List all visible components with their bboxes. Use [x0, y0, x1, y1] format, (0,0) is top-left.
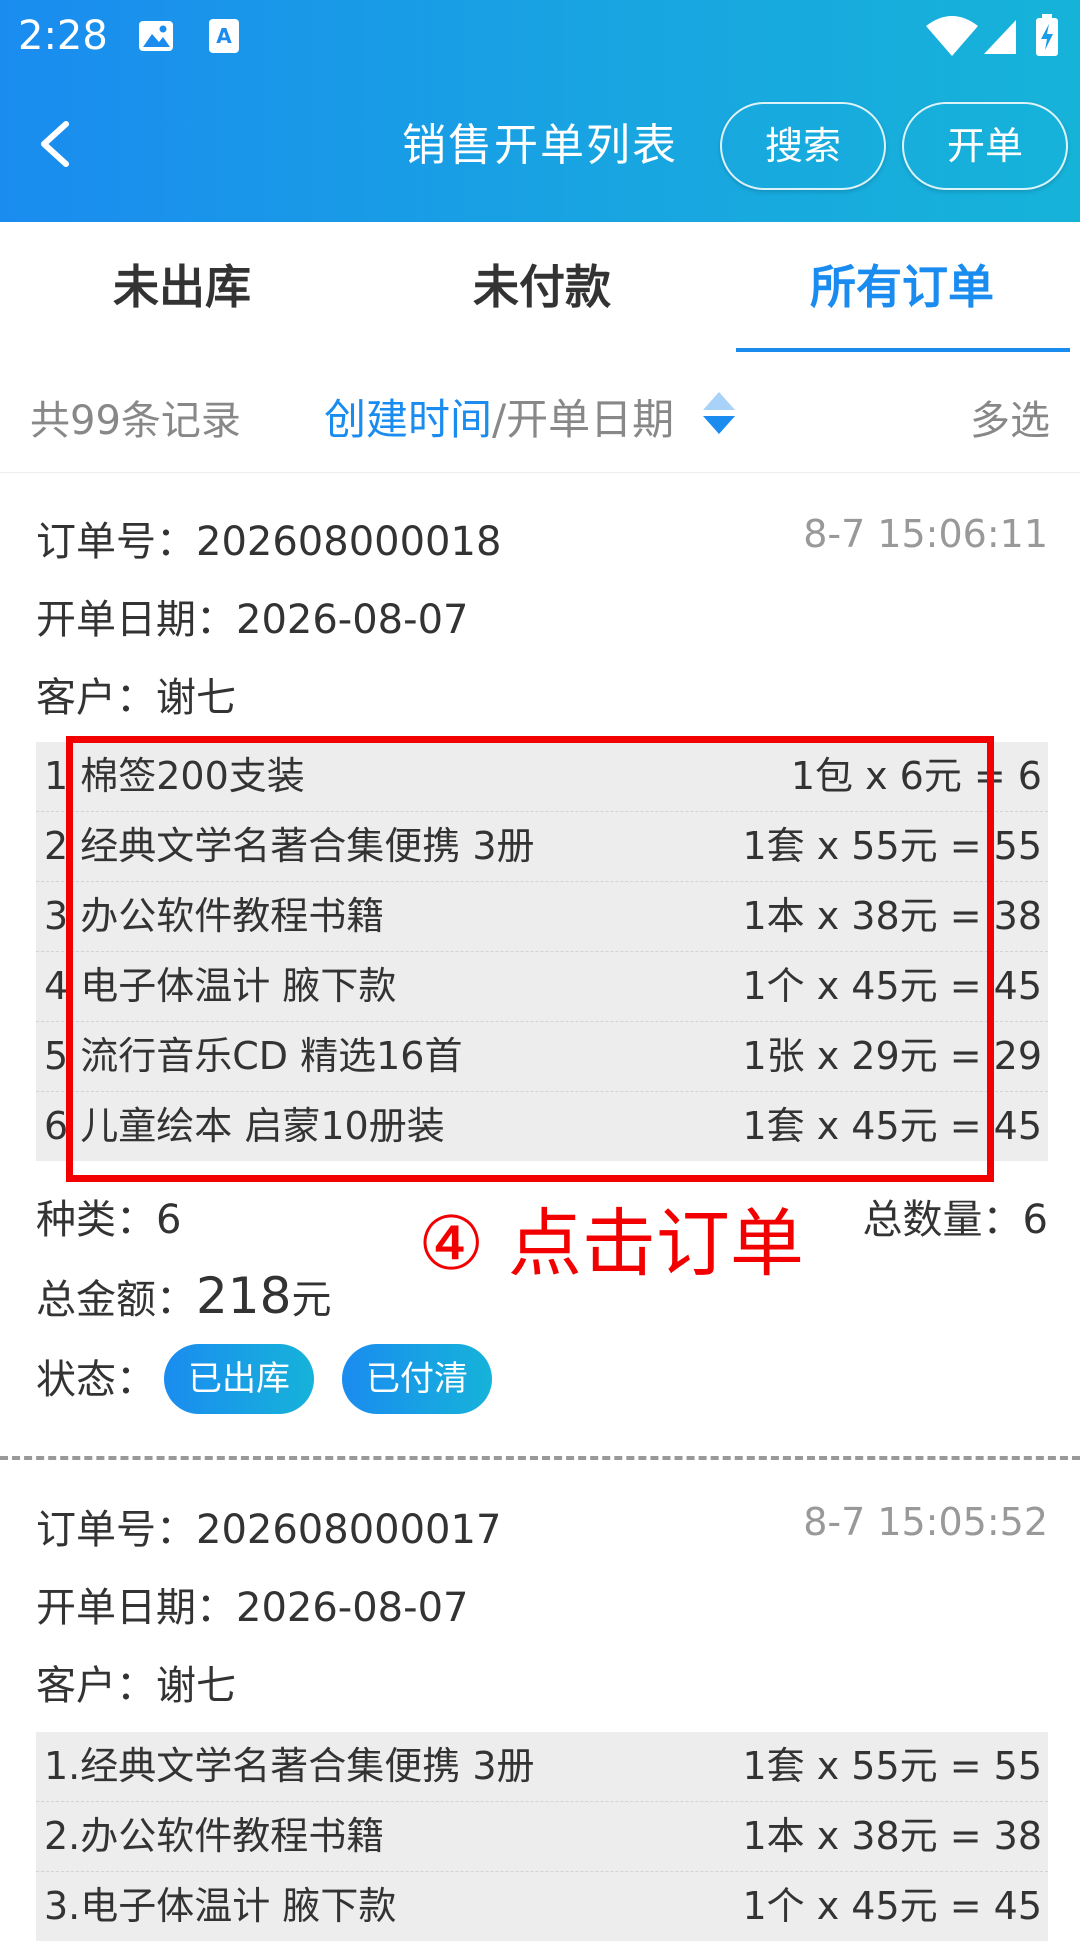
kinds-value: 6 — [156, 1197, 182, 1243]
order-number-label: 订单号： — [36, 519, 196, 565]
order-number: 202608000018 — [196, 519, 502, 565]
gallery-icon — [139, 21, 173, 51]
order-number: 202608000017 — [196, 1507, 502, 1553]
order-number-label: 订单号： — [36, 1507, 196, 1553]
filter-bar: 共99条记录 创建时间/开单日期 多选 — [0, 352, 1080, 473]
svg-text:A: A — [216, 24, 232, 48]
total-quantity-label: 总数量： — [862, 1197, 1023, 1243]
order-card[interactable]: 订单号：202608000017 8-7 15:05:52 开单日期：2026-… — [0, 1462, 1080, 1941]
list-item: 3.电子体温计 腋下款 1个 x 45元 = 45 — [36, 1872, 1048, 1941]
battery-charging-icon — [1036, 14, 1058, 56]
total-amount-label: 总金额： — [36, 1277, 196, 1323]
total-quantity-row: 总数量：6 — [863, 1192, 1048, 1248]
kinds-label: 种类： — [36, 1197, 156, 1243]
customer-name: 谢七 — [156, 1663, 236, 1709]
customer-row: 客户：谢七 — [36, 670, 236, 726]
status-label: 状态： — [36, 1357, 156, 1403]
item-name: 1.经典文学名著合集便携 3册 — [44, 1744, 535, 1788]
item-subtotal: 1本 x 38元 = 38 — [742, 1814, 1042, 1858]
item-subtotal: 1个 x 45元 = 45 — [742, 1884, 1042, 1928]
status-badge-paid: 已付清 — [342, 1344, 492, 1414]
record-count: 共99条记录 — [30, 398, 241, 444]
order-date: 2026-08-07 — [236, 597, 469, 643]
customer-name: 谢七 — [156, 675, 236, 721]
signal-icon — [984, 20, 1016, 54]
order-number-row: 订单号：202608000018 — [36, 514, 501, 570]
customer-label: 客户： — [36, 675, 156, 721]
tab-not-shipped[interactable]: 未出库 — [32, 252, 332, 322]
order-date-label: 开单日期： — [36, 597, 236, 643]
order-date-label: 开单日期： — [36, 1585, 236, 1631]
order-date-row: 开单日期：2026-08-07 — [36, 1580, 468, 1636]
total-quantity-value: 6 — [1022, 1197, 1048, 1243]
kinds-row: 种类：6 — [36, 1192, 181, 1248]
sort-arrows-icon[interactable] — [700, 390, 738, 436]
order-divider — [0, 1456, 1080, 1460]
keyboard-a-icon: A — [209, 19, 239, 53]
status-badge-shipped: 已出库 — [164, 1344, 314, 1414]
order-date-row: 开单日期：2026-08-07 — [36, 592, 468, 648]
order-number-row: 订单号：202608000017 — [36, 1502, 501, 1558]
new-order-button[interactable]: 开单 — [902, 102, 1068, 190]
amount-unit: 元 — [291, 1277, 332, 1323]
customer-row: 客户：谢七 — [36, 1658, 236, 1714]
item-subtotal: 1套 x 55元 = 55 — [742, 1744, 1042, 1788]
app-header: 2:28 A 销售开单列表 搜索 开单 — [0, 0, 1080, 222]
total-amount-row: 总金额：218元 — [36, 1268, 331, 1328]
order-date: 2026-08-07 — [236, 1585, 469, 1631]
multi-select-button[interactable]: 多选 — [970, 388, 1050, 446]
sort-toggle[interactable]: 创建时间/开单日期 — [324, 386, 674, 447]
list-item: 1.经典文学名著合集便携 3册 1套 x 55元 = 55 — [36, 1732, 1048, 1802]
order-created-time: 8-7 15:05:52 — [803, 1500, 1048, 1544]
tab-unpaid[interactable]: 未付款 — [392, 252, 692, 322]
sort-order-date[interactable]: /开单日期 — [492, 395, 674, 444]
item-name: 3.电子体温计 腋下款 — [44, 1884, 397, 1928]
customer-label: 客户： — [36, 1663, 156, 1709]
tutorial-highlight-box — [66, 736, 994, 1182]
order-tabs: 未出库 未付款 所有订单 — [0, 222, 1080, 353]
status-time: 2:28 — [18, 13, 108, 59]
tutorial-annotation: ④ 点击订单 — [418, 1201, 804, 1287]
status-bar: 2:28 A — [0, 0, 1080, 72]
total-amount-value: 218 — [196, 1267, 292, 1325]
order-items: 1.经典文学名著合集便携 3册 1套 x 55元 = 55 2.办公软件教程书籍… — [36, 1732, 1048, 1941]
tab-all-orders[interactable]: 所有订单 — [752, 252, 1052, 322]
order-created-time: 8-7 15:06:11 — [803, 512, 1048, 556]
list-item: 2.办公软件教程书籍 1本 x 38元 = 38 — [36, 1802, 1048, 1872]
item-name: 2.办公软件教程书籍 — [44, 1814, 385, 1858]
search-button[interactable]: 搜索 — [720, 102, 886, 190]
wifi-icon — [926, 16, 978, 56]
sort-created-time[interactable]: 创建时间 — [324, 395, 492, 444]
